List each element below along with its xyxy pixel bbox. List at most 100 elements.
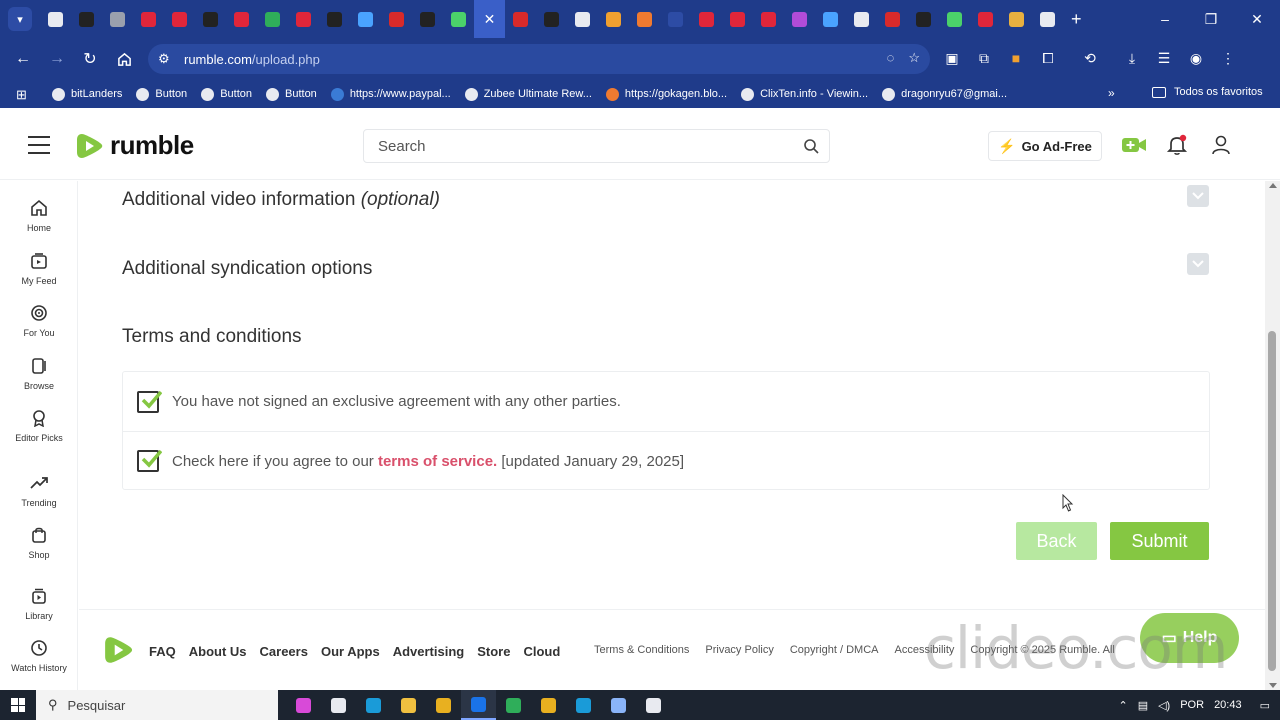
browser-tab[interactable] (815, 0, 846, 38)
back-button[interactable]: Back (1016, 522, 1097, 560)
media-icon[interactable]: ☰ (1154, 48, 1174, 68)
browser-tab[interactable] (381, 0, 412, 38)
browser-tab[interactable] (753, 0, 784, 38)
browser-tab[interactable] (71, 0, 102, 38)
close-tab-icon[interactable]: ✕ (484, 11, 496, 28)
start-button[interactable] (0, 690, 36, 720)
sidebar-item-shop[interactable]: Shop (0, 526, 78, 561)
address-bar[interactable]: ⚙ rumble.com/upload.php ◌ ☆ (148, 44, 930, 74)
footer-link-cloud[interactable]: Cloud (523, 644, 560, 659)
hamburger-menu-icon[interactable] (28, 136, 50, 154)
bookmark-item[interactable]: Button (201, 87, 252, 101)
browser-tab[interactable] (536, 0, 567, 38)
search-icon[interactable] (803, 138, 819, 154)
rumble-logo[interactable]: rumble (76, 130, 194, 161)
browser-tab[interactable] (722, 0, 753, 38)
browser-tab[interactable] (102, 0, 133, 38)
sidebar-item-browse[interactable]: Browse (0, 357, 78, 392)
submit-button[interactable]: Submit (1110, 522, 1209, 560)
translate-icon[interactable]: ⧉ (974, 48, 994, 68)
taskbar-app[interactable] (356, 690, 391, 720)
download-icon[interactable]: ⤓ (1122, 48, 1142, 68)
star-icon[interactable]: ☆ (908, 50, 920, 66)
eye-slash-icon[interactable]: ◌ (887, 50, 895, 66)
sidebar-item-trending[interactable]: Trending (0, 474, 78, 509)
browser-tab[interactable] (970, 0, 1001, 38)
extension-icon[interactable]: ▣ (942, 48, 962, 68)
footer-link-careers[interactable]: Careers (260, 644, 308, 659)
bookmark-item[interactable]: Zubee Ultimate Rew... (464, 87, 592, 101)
terms-of-service-checkbox[interactable] (137, 449, 162, 472)
notifications-icon[interactable]: ▭ (1260, 699, 1270, 712)
browser-tab[interactable] (443, 0, 474, 38)
browser-tab-active[interactable]: ✕ (474, 0, 505, 38)
browser-tab[interactable] (505, 0, 536, 38)
browser-tab[interactable] (40, 0, 71, 38)
new-tab-button[interactable]: + (1071, 9, 1082, 30)
footer-link-privacy[interactable]: Privacy Policy (705, 644, 773, 656)
taskbar-search-input[interactable] (67, 697, 258, 713)
home-button[interactable] (107, 42, 141, 76)
footer-link-copyright-dmca[interactable]: Copyright / DMCA (790, 644, 879, 656)
sidebar-item-for-you[interactable]: For You (0, 304, 78, 339)
browser-tab[interactable] (1032, 0, 1063, 38)
taskbar-app[interactable] (636, 690, 671, 720)
user-account-icon[interactable] (1210, 134, 1232, 156)
expand-additional-info-button[interactable] (1187, 185, 1209, 207)
browser-tab[interactable] (846, 0, 877, 38)
taskbar-app[interactable] (531, 690, 566, 720)
puzzle-icon[interactable]: ⧠ (1038, 48, 1058, 68)
apps-grid-icon[interactable]: ⊞ (16, 87, 30, 102)
sidebar-item-editor-picks[interactable]: Editor Picks (0, 409, 78, 444)
footer-link-terms[interactable]: Terms & Conditions (594, 644, 689, 656)
taskbar-app[interactable] (566, 690, 601, 720)
extension-icon[interactable]: ■ (1006, 48, 1026, 68)
footer-link-about-us[interactable]: About Us (189, 644, 247, 659)
rumble-logo-mark-icon[interactable] (104, 634, 134, 666)
bookmark-item[interactable]: bitLanders (52, 87, 122, 101)
sidebar-item-home[interactable]: Home (0, 199, 78, 234)
taskbar-app[interactable] (601, 690, 636, 720)
go-ad-free-button[interactable]: ⚡ Go Ad-Free (988, 131, 1102, 161)
bookmark-item[interactable]: ClixTen.info - Viewin... (741, 87, 868, 101)
network-icon[interactable]: ▤ (1138, 699, 1148, 712)
browser-tab[interactable] (567, 0, 598, 38)
close-window-button[interactable]: ✕ (1234, 0, 1280, 38)
tab-search-button[interactable]: ▾ (8, 7, 32, 31)
sidebar-item-watch-history[interactable]: Watch History (0, 639, 78, 674)
browser-tab[interactable] (412, 0, 443, 38)
footer-link-advertising[interactable]: Advertising (393, 644, 465, 659)
expand-syndication-button[interactable] (1187, 253, 1209, 275)
volume-icon[interactable]: ◁) (1158, 699, 1170, 712)
browser-tab[interactable] (164, 0, 195, 38)
sidebar-item-my-feed[interactable]: My Feed (0, 252, 78, 287)
reload-button[interactable]: ↻ (73, 42, 107, 76)
browser-tab[interactable] (877, 0, 908, 38)
all-bookmarks-button[interactable]: Todos os favoritos (1152, 86, 1263, 98)
page-scrollbar[interactable] (1265, 181, 1280, 690)
scroll-up-arrow-icon[interactable] (1269, 183, 1277, 188)
browser-tab[interactable] (939, 0, 970, 38)
browser-tab[interactable] (226, 0, 257, 38)
browser-tab[interactable] (319, 0, 350, 38)
exclusive-agreement-checkbox[interactable] (137, 390, 162, 413)
taskbar-app[interactable] (496, 690, 531, 720)
bookmark-item[interactable]: Button (266, 87, 317, 101)
clock[interactable]: 20:43 (1214, 699, 1242, 711)
browser-tab[interactable] (350, 0, 381, 38)
menu-kebab-icon[interactable]: ⋮ (1218, 48, 1238, 68)
scroll-down-arrow-icon[interactable] (1269, 683, 1277, 688)
notification-bell-icon[interactable] (1166, 134, 1188, 156)
browser-tab[interactable] (133, 0, 164, 38)
browser-tab[interactable] (257, 0, 288, 38)
forward-nav-button[interactable]: → (40, 42, 74, 76)
bookmark-item[interactable]: https://www.paypal... (330, 87, 451, 101)
footer-link-our-apps[interactable]: Our Apps (321, 644, 380, 659)
terms-of-service-link[interactable]: terms of service. (378, 453, 497, 470)
browser-tab[interactable] (1001, 0, 1032, 38)
browser-tab[interactable] (195, 0, 226, 38)
maximize-button[interactable]: ❐ (1188, 0, 1234, 38)
bookmarks-overflow-button[interactable]: » (1108, 86, 1115, 100)
back-nav-button[interactable]: ← (6, 42, 40, 76)
site-info-icon[interactable]: ⚙ (158, 51, 178, 67)
